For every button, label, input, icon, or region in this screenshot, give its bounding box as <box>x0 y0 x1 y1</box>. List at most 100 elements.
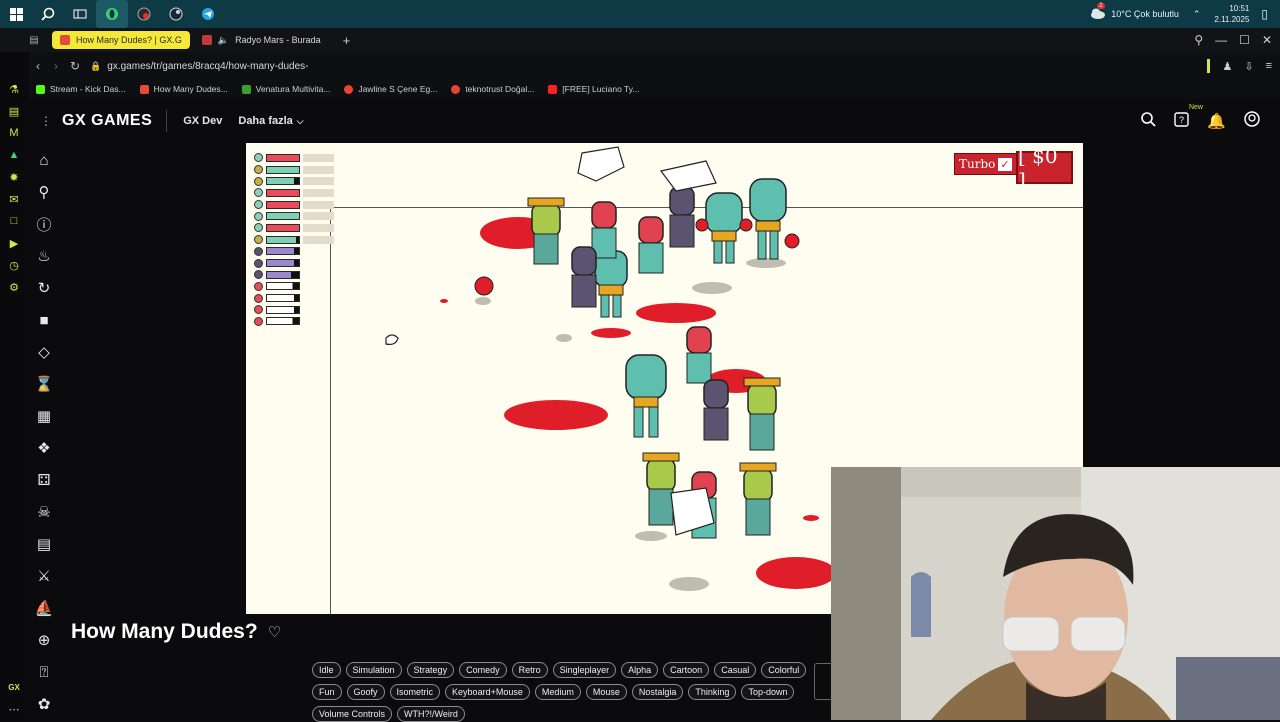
notification-icon[interactable]: ▯ <box>1261 7 1268 21</box>
tag-goofy[interactable]: Goofy <box>346 684 385 700</box>
refresh-icon[interactable]: ↻ <box>28 272 60 304</box>
gx-control-icon[interactable]: ⚗ <box>0 78 28 100</box>
bookmark-how-many-dudes[interactable]: How Many Dudes... <box>139 84 228 94</box>
heart-icon[interactable]: ♡ <box>268 623 281 641</box>
tab-radyo-mars[interactable]: 🔈 Radyo Mars - Burada <box>194 31 329 49</box>
svg-text:?: ? <box>1179 115 1184 125</box>
gx-menu-icon[interactable]: ⋮ <box>40 114 52 128</box>
twitch-icon[interactable]: □ <box>0 210 28 232</box>
crosshair-icon[interactable]: ⊕ <box>28 624 60 656</box>
forward-icon[interactable]: › <box>54 59 58 73</box>
account-icon[interactable] <box>1244 111 1260 131</box>
minimize-icon[interactable]: — <box>1215 33 1227 47</box>
opera-gx-icon[interactable] <box>96 0 128 28</box>
tab-search-icon[interactable]: ⚲ <box>1194 33 1203 47</box>
tab-islands-icon[interactable]: ▤ <box>0 28 38 52</box>
search-icon[interactable] <box>1141 111 1156 131</box>
tag-alpha[interactable]: Alpha <box>621 662 659 678</box>
tag-strategy[interactable]: Strategy <box>406 662 455 678</box>
fire-icon[interactable]: ♨ <box>28 240 60 272</box>
tab-how-many-dudes[interactable]: How Many Dudes? | GX.G <box>52 31 190 49</box>
question-icon[interactable]: ⍰ <box>28 656 60 688</box>
shirt-icon[interactable]: ■ <box>28 304 60 336</box>
car-icon[interactable]: ⛵ <box>28 592 60 624</box>
bookmark-kick[interactable]: Stream - Kick Das... <box>36 84 126 94</box>
close-icon[interactable]: ✕ <box>1262 33 1272 47</box>
weather-widget[interactable]: 2 10°C Çok bulutlu <box>1090 3 1179 21</box>
menu-icon[interactable]: ≡ <box>1266 60 1272 72</box>
profile-icon[interactable]: ♟ <box>1222 60 1232 73</box>
sword-icon[interactable]: ⚔ <box>28 560 60 592</box>
steam-icon[interactable] <box>160 0 192 28</box>
gx-corner-icon[interactable]: ▤ <box>0 100 28 122</box>
bell-icon[interactable]: 🔔 <box>1207 112 1226 130</box>
dude-head-icon <box>254 235 263 245</box>
tag-medium[interactable]: Medium <box>534 684 581 700</box>
tag-keyboard-mouse[interactable]: Keyboard+Mouse <box>445 684 530 700</box>
tag-singleplayer[interactable]: Singleplayer <box>552 662 617 678</box>
tag-comedy[interactable]: Comedy <box>459 662 507 678</box>
speaker-icon: 🔈 <box>217 34 230 45</box>
tag-retro[interactable]: Retro <box>511 662 548 678</box>
maximize-icon[interactable]: ☐ <box>1239 33 1250 47</box>
health-bar-shadow <box>303 153 334 162</box>
search-icon[interactable]: ⚲ <box>28 176 60 208</box>
tag-thinking[interactable]: Thinking <box>688 684 737 700</box>
settings-icon[interactable]: ⚙ <box>0 276 28 298</box>
history-icon[interactable]: ◷ <box>0 254 28 276</box>
alert-icon[interactable]: ⓘ <box>28 208 60 240</box>
hourglass-icon[interactable]: ⌛ <box>28 368 60 400</box>
clock[interactable]: 10:51 2.11.2025 <box>1214 3 1249 25</box>
health-bar-shadow <box>303 223 334 232</box>
joystick-icon[interactable]: ⚃ <box>28 464 60 496</box>
tag-fun[interactable]: Fun <box>312 684 342 700</box>
money-display: [ $0 ] <box>1016 144 1073 192</box>
tag-mouse[interactable]: Mouse <box>585 684 627 700</box>
task-view-icon[interactable] <box>64 0 96 28</box>
download-icon[interactable]: ⇩ <box>1244 60 1253 73</box>
dude-health-row <box>254 222 334 234</box>
chevron-down-icon: ⌵ <box>296 115 304 126</box>
tag-top-down[interactable]: Top-down <box>741 684 795 700</box>
bookmark-venatura[interactable]: Venatura Multivita... <box>241 84 330 94</box>
back-icon[interactable]: ‹ <box>36 59 40 73</box>
tag-idle[interactable]: Idle <box>312 662 341 678</box>
nav-gx-dev[interactable]: GX Dev <box>183 115 222 127</box>
reload-icon[interactable]: ↻ <box>70 59 80 73</box>
player-icon[interactable]: ▶ <box>0 232 28 254</box>
windows-start-icon[interactable] <box>0 0 32 28</box>
tag-cartoon[interactable]: Cartoon <box>663 662 710 678</box>
mail-icon[interactable]: M <box>0 122 28 144</box>
bookmark-teknotrust[interactable]: teknotrust Doğal... <box>451 84 534 94</box>
tag-nostalgia[interactable]: Nostalgia <box>631 684 684 700</box>
chevron-up-icon[interactable]: ⌃ <box>1193 9 1201 20</box>
turbo-button[interactable]: Turbo ✓ <box>954 153 1017 175</box>
url-field[interactable]: gx.games/tr/games/8racq4/how-many-dudes- <box>107 61 308 72</box>
nav-more[interactable]: Daha fazla ⌵ <box>238 115 303 127</box>
help-icon[interactable]: ? <box>1174 111 1190 131</box>
telegram-icon[interactable] <box>192 0 224 28</box>
tag-casual[interactable]: Casual <box>714 662 757 678</box>
webcam-overlay <box>831 467 1280 720</box>
more-icon[interactable]: ⋯ <box>0 698 28 720</box>
messenger-icon[interactable]: ✉ <box>0 188 28 210</box>
bookmark-jawline[interactable]: Jawline S Çene Eg... <box>344 84 437 94</box>
grid-icon[interactable]: ▦ <box>28 400 60 432</box>
health-bar <box>266 153 300 162</box>
bookmark-youtube[interactable]: [FREE] Luciano Ty... <box>548 84 639 94</box>
home-icon[interactable]: ⌂ <box>28 144 60 176</box>
tag-simulation[interactable]: Simulation <box>345 662 402 678</box>
settings-wheel-icon[interactable]: ✸ <box>0 166 28 188</box>
brain-icon[interactable]: ✿ <box>28 688 60 720</box>
gx-games-icon[interactable]: ▲ <box>0 144 28 166</box>
gx-games-logo[interactable]: GX GAMES <box>62 112 152 130</box>
skull-icon[interactable]: ☠ <box>28 496 60 528</box>
diamond-icon[interactable]: ◇ <box>28 336 60 368</box>
book-icon[interactable]: ▤ <box>28 528 60 560</box>
record-icon[interactable] <box>128 0 160 28</box>
puzzle-icon[interactable]: ❖ <box>28 432 60 464</box>
new-tab-button[interactable]: + <box>343 33 351 48</box>
search-icon[interactable] <box>32 0 64 28</box>
tag-colorful[interactable]: Colorful <box>761 662 807 678</box>
tag-isometric[interactable]: Isometric <box>389 684 441 700</box>
